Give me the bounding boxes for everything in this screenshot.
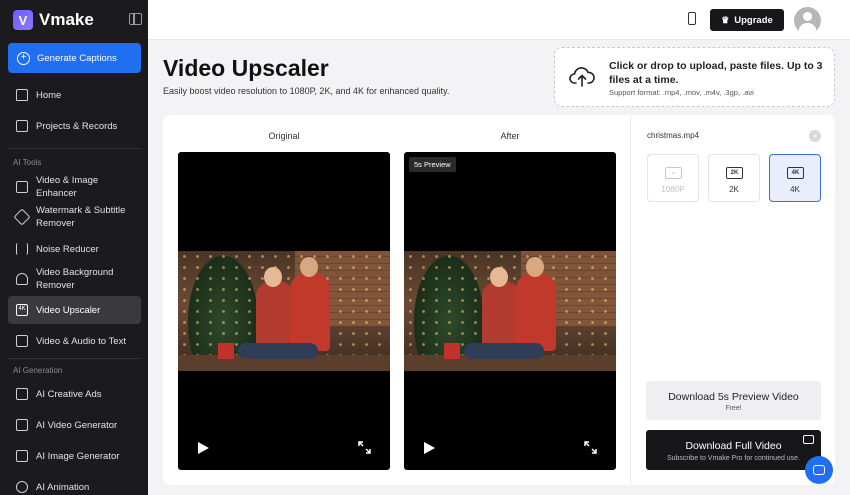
- ads-icon: [16, 388, 28, 400]
- section-label-ai-tools: AI Tools: [13, 158, 42, 167]
- sidebar-item-enhancer[interactable]: Video & Image Enhancer: [8, 175, 141, 199]
- sidebar-item-background-remover[interactable]: Video Background Remover: [8, 266, 141, 292]
- sidebar-item-label: Video Upscaler: [36, 304, 101, 316]
- sidebar-item-label: Projects & Records: [36, 120, 118, 132]
- upgrade-label: Upgrade: [734, 14, 773, 26]
- after-video-player[interactable]: 5s Preview: [404, 152, 616, 470]
- sidebar-item-label: Noise Reducer: [36, 243, 99, 255]
- video-icon: [16, 419, 28, 431]
- sidebar-item-label: Video & Audio to Text: [36, 335, 126, 347]
- video-frame: [178, 251, 390, 371]
- folder-icon: [16, 120, 28, 132]
- download-full-button[interactable]: Download Full Video Subscribe to Vmake P…: [646, 430, 821, 470]
- resolution-label: 1080P: [661, 185, 685, 194]
- avatar[interactable]: [794, 7, 821, 34]
- preview-badge: 5s Preview: [409, 157, 456, 172]
- sidebar-item-label: Video & Image Enhancer: [36, 175, 99, 199]
- fullscreen-icon[interactable]: [584, 441, 597, 454]
- file-name: christmas.mp4: [647, 131, 700, 140]
- sidebar-item-label: Watermark & Subtitle Remover: [36, 205, 126, 229]
- sidebar-item-creative-ads[interactable]: AI Creative Ads: [8, 387, 141, 401]
- sidebar-item-video-to-text[interactable]: Video & Audio to Text: [8, 334, 141, 348]
- after-label: After: [500, 131, 520, 141]
- sidebar-item-home[interactable]: Home: [8, 88, 141, 102]
- sidebar-item-projects[interactable]: Projects & Records: [8, 119, 141, 133]
- brand-name: Vmake: [39, 10, 94, 29]
- 4k-icon: 4K: [787, 167, 804, 179]
- generate-captions-label: Generate Captions: [37, 52, 117, 64]
- sidebar-item-animation[interactable]: AI Animation: [8, 480, 141, 494]
- resolution-label: 2K: [729, 185, 739, 194]
- 1080p-icon: ▭: [665, 167, 682, 179]
- fullscreen-icon[interactable]: [358, 441, 371, 454]
- sidebar-item-video-generator[interactable]: AI Video Generator: [8, 418, 141, 432]
- sidebar-item-label: Home: [36, 89, 62, 101]
- sidebar-item-label: AI Animation: [36, 481, 90, 493]
- sidebar-item-watermark-remover[interactable]: Watermark & Subtitle Remover: [8, 204, 141, 230]
- page-title: Video Upscaler: [163, 55, 329, 81]
- upload-formats: Support format: .mp4, .mov, .m4v, .3gp, …: [609, 88, 754, 97]
- chat-icon: [813, 465, 825, 475]
- hd-icon: [16, 181, 28, 193]
- sidebar-item-label: Video Background Remover: [36, 267, 114, 291]
- 4k-icon: 4K: [16, 304, 28, 316]
- download-preview-sub: Free!: [725, 405, 742, 412]
- plus-icon: +: [17, 51, 30, 65]
- image-icon: [16, 450, 28, 462]
- close-icon[interactable]: ×: [809, 130, 821, 142]
- resolution-label: 4K: [790, 185, 800, 194]
- upload-dropzone[interactable]: Click or drop to upload, paste files. Up…: [554, 47, 835, 107]
- sidebar-collapse-icon[interactable]: [129, 13, 142, 25]
- sidebar-divider: [8, 358, 141, 359]
- download-preview-title: Download 5s Preview Video: [668, 391, 799, 403]
- download-full-title: Download Full Video: [685, 440, 782, 452]
- eraser-icon: [13, 208, 31, 226]
- vmake-logo: V: [13, 10, 33, 30]
- home-icon: [16, 89, 28, 101]
- original-video-player[interactable]: [178, 152, 390, 470]
- page-subtitle: Easily boost video resolution to 1080P, …: [163, 86, 450, 96]
- topbar: ♛ Upgrade: [148, 0, 850, 40]
- text-document-icon: [16, 335, 28, 347]
- cloud-upload-icon: [569, 67, 595, 87]
- video-frame: [404, 251, 616, 371]
- download-full-sub: Subscribe to Vmake Pro for continued use…: [666, 455, 801, 462]
- sidebar-item-image-generator[interactable]: AI Image Generator: [8, 449, 141, 463]
- animation-icon: [16, 481, 28, 493]
- resolution-option-2k[interactable]: 2K 2K: [708, 154, 760, 202]
- resolution-option-4k[interactable]: 4K 4K: [769, 154, 821, 202]
- section-label-ai-generation: AI Generation: [13, 366, 63, 375]
- play-icon[interactable]: [198, 442, 209, 454]
- 2k-icon: 2K: [726, 167, 743, 179]
- generate-captions-button[interactable]: + Generate Captions: [8, 43, 141, 73]
- upgrade-button[interactable]: ♛ Upgrade: [710, 9, 784, 31]
- original-label: Original: [268, 131, 300, 141]
- waveform-icon: [16, 243, 28, 255]
- settings-panel: christmas.mp4 × ▭ 1080P 2K 2K 4K 4K Down…: [630, 115, 835, 485]
- sidebar-item-video-upscaler[interactable]: 4K Video Upscaler: [8, 296, 141, 324]
- sidebar-divider: [8, 148, 141, 149]
- person-icon: [16, 273, 28, 285]
- brand[interactable]: V Vmake: [13, 10, 94, 30]
- sidebar: V Vmake + Generate Captions Home Project…: [0, 0, 148, 495]
- mobile-icon[interactable]: [688, 12, 696, 25]
- resolution-option-1080p[interactable]: ▭ 1080P: [647, 154, 699, 202]
- sidebar-item-noise-reducer[interactable]: Noise Reducer: [8, 242, 141, 256]
- upload-instructions: Click or drop to upload, paste files. Up…: [609, 60, 823, 86]
- download-preview-button[interactable]: Download 5s Preview Video Free!: [646, 381, 821, 420]
- play-icon[interactable]: [424, 442, 435, 454]
- support-chat-button[interactable]: [805, 456, 833, 484]
- upscaler-panel: Original After 5s Preview christmas.mp4 …: [163, 115, 835, 485]
- sidebar-item-label: AI Creative Ads: [36, 388, 102, 400]
- sidebar-item-label: AI Video Generator: [36, 419, 118, 431]
- crown-icon: ♛: [721, 14, 730, 25]
- sidebar-item-label: AI Image Generator: [36, 450, 120, 462]
